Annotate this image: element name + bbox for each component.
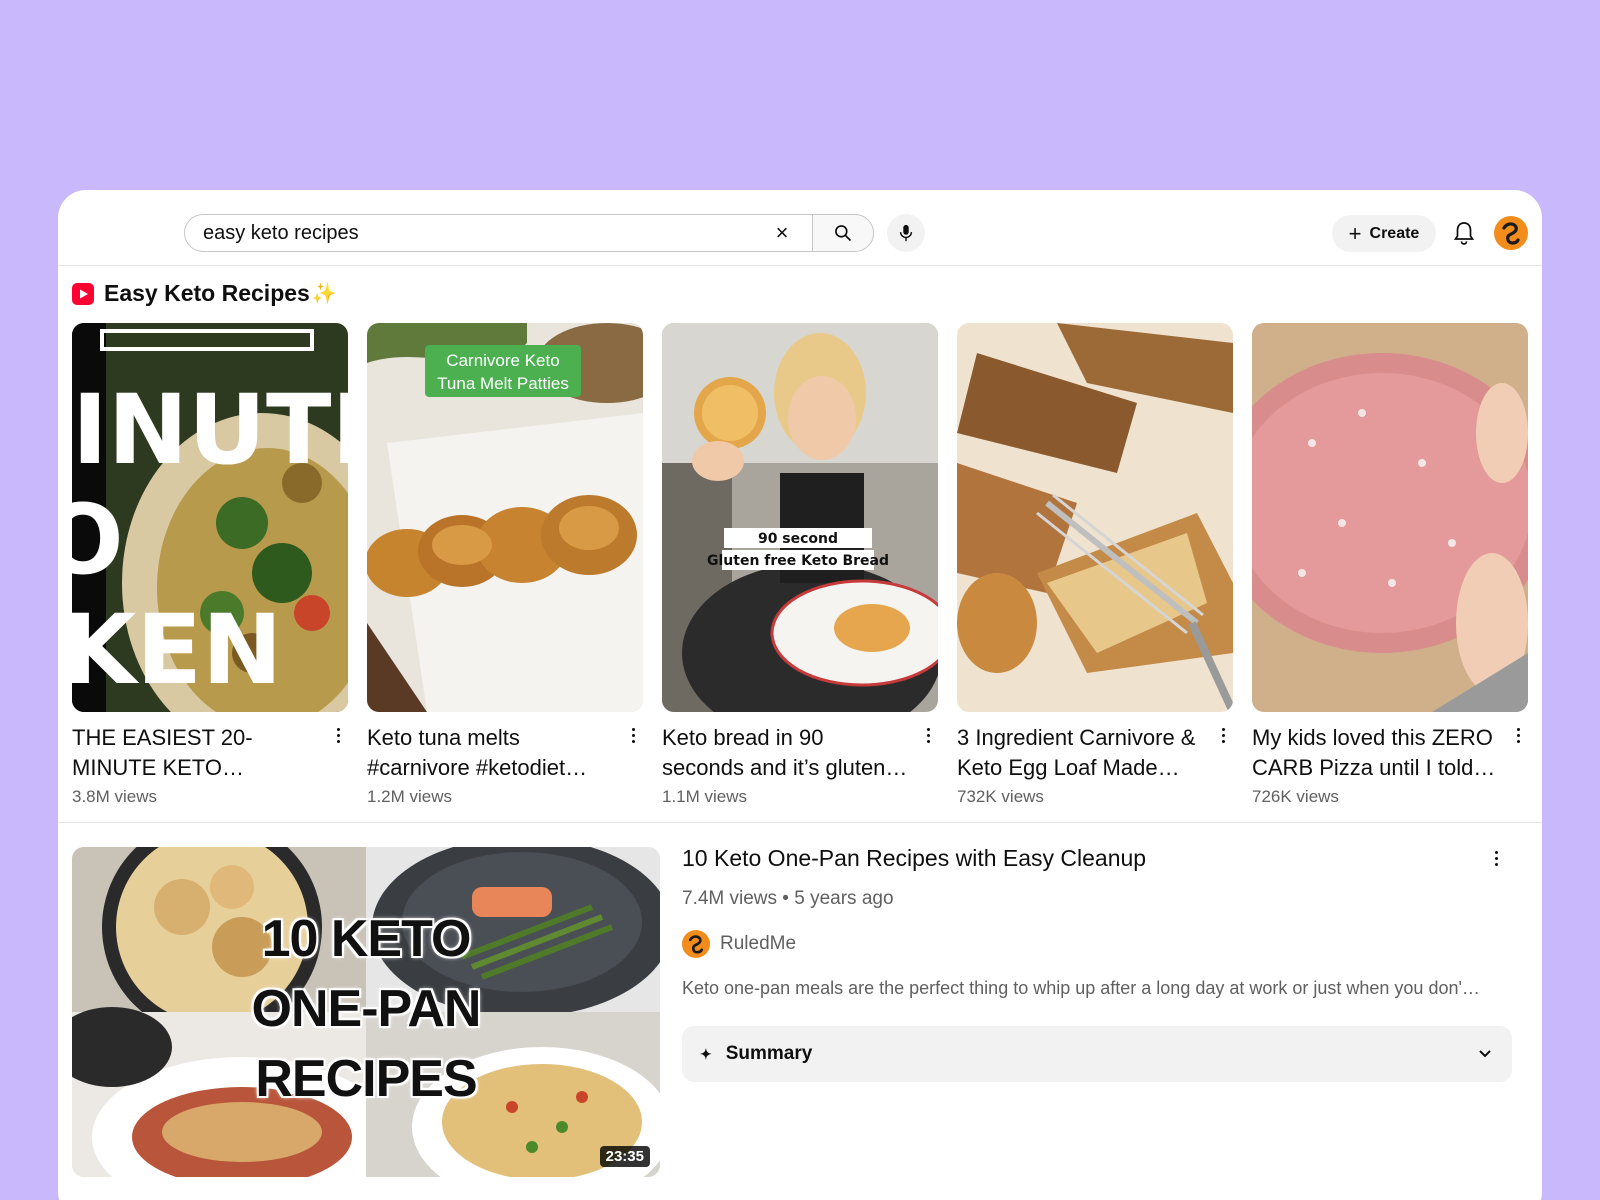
more-options-icon[interactable] xyxy=(625,723,641,747)
short-4-image xyxy=(957,323,1233,712)
video-description: Keto one-pan meals are the perfect thing… xyxy=(682,978,1480,998)
more-options-icon[interactable] xyxy=(920,723,936,747)
video-title[interactable]: 10 Keto One-Pan Recipes with Easy Cleanu… xyxy=(682,845,1146,872)
short-5-image xyxy=(1252,323,1528,712)
short-title[interactable]: My kids loved this ZERO CARB Pizza until… xyxy=(1252,723,1500,783)
short-2-overlay-line1: Carnivore Keto xyxy=(446,351,559,370)
search-icon xyxy=(835,225,852,242)
more-options-icon[interactable] xyxy=(1488,846,1504,870)
channel-name[interactable]: RuledMe xyxy=(720,933,796,955)
short-title[interactable]: Keto tuna melts #carnivore #ketodiet… xyxy=(367,723,615,783)
more-options-icon[interactable] xyxy=(1215,723,1231,747)
short-item[interactable]: 90 second Gluten free Keto Bread Keto br… xyxy=(662,323,938,806)
short-thumbnail[interactable] xyxy=(957,323,1233,712)
short-item[interactable]: My kids loved this ZERO CARB Pizza until… xyxy=(1252,323,1528,806)
plus-icon: + xyxy=(1348,220,1362,246)
short-1-image: INUTE O KEN xyxy=(72,323,348,712)
short-thumbnail[interactable]: 90 second Gluten free Keto Bread xyxy=(662,323,938,712)
section-divider xyxy=(58,822,1542,823)
summary-button[interactable]: ✦ Summary xyxy=(682,1026,1512,1082)
chevron-down-icon xyxy=(1479,1050,1491,1058)
short-item[interactable]: Carnivore Keto Tuna Melt Patties Keto tu… xyxy=(367,323,643,806)
short-views: 1.2M views xyxy=(367,787,453,806)
channel-link[interactable]: RuledMe xyxy=(682,930,796,958)
short-3-image: 90 second Gluten free Keto Bread xyxy=(662,323,938,712)
short-3-overlay-line1: 90 second xyxy=(758,531,838,547)
sparkle-icon: ✦ xyxy=(700,1045,712,1062)
thumbnail-text-line2: ONE-PAN xyxy=(251,980,482,1038)
channel-avatar[interactable] xyxy=(682,930,710,958)
browser-window: × + Create Easy Keto Recipes ✨ xyxy=(58,190,1542,1200)
svg-text:KEN: KEN xyxy=(72,594,282,706)
thumbnail-text-line1: 10 KETO xyxy=(261,910,472,968)
short-views: 3.8M views xyxy=(72,787,158,806)
shelf-title-text: Easy Keto Recipes xyxy=(104,280,310,306)
short-title[interactable]: 3 Ingredient Carnivore & Keto Egg Loaf M… xyxy=(957,723,1205,783)
short-thumbnail[interactable] xyxy=(1252,323,1528,712)
voice-search-button[interactable] xyxy=(887,214,925,252)
shelf-title: Easy Keto Recipes ✨ xyxy=(72,280,337,307)
svg-text:INUTE: INUTE xyxy=(72,374,348,486)
avatar[interactable] xyxy=(1494,216,1528,250)
shorts-shelf: INUTE O KEN THE EASIEST 20-MINUTE KETO D… xyxy=(72,323,1528,806)
create-button[interactable]: + Create xyxy=(1332,215,1436,252)
short-3-overlay-line2: Gluten free Keto Bread xyxy=(707,553,889,569)
short-views: 1.1M views xyxy=(662,787,748,806)
short-2-overlay-line2: Tuna Melt Patties xyxy=(437,374,569,393)
youtube-shorts-icon xyxy=(72,282,94,305)
short-views: 726K views xyxy=(1252,787,1339,806)
short-title[interactable]: Keto bread in 90 seconds and it’s gluten… xyxy=(662,723,910,783)
search-button[interactable] xyxy=(812,214,874,252)
top-bar: × + Create xyxy=(58,190,1542,266)
bell-icon xyxy=(1453,222,1475,245)
short-views: 732K views xyxy=(957,787,1044,806)
duration-badge: 23:35 xyxy=(599,1146,650,1167)
notifications-button[interactable] xyxy=(1449,218,1479,248)
svg-text:O: O xyxy=(72,484,124,596)
short-thumbnail[interactable]: INUTE O KEN xyxy=(72,323,348,712)
create-label: Create xyxy=(1369,224,1420,242)
short-2-image: Carnivore Keto Tuna Melt Patties xyxy=(367,323,643,712)
short-item[interactable]: INUTE O KEN THE EASIEST 20-MINUTE KETO D… xyxy=(72,323,348,806)
search-box[interactable]: × xyxy=(184,214,812,252)
more-options-icon[interactable] xyxy=(330,723,346,747)
mic-icon xyxy=(899,224,913,242)
sparkle-icon: ✨ xyxy=(311,283,337,305)
video-thumbnail[interactable]: 10 KETO ONE-PAN RECIPES 23:35 xyxy=(72,847,660,1177)
video-meta: 7.4M views • 5 years ago xyxy=(682,888,894,909)
thumbnail-text-line3: RECIPES xyxy=(255,1050,477,1108)
more-options-icon[interactable] xyxy=(1510,723,1526,747)
summary-label: Summary xyxy=(725,1043,813,1064)
short-title[interactable]: THE EASIEST 20-MINUTE KETO DINNER… xyxy=(72,723,320,783)
close-icon[interactable]: × xyxy=(770,221,794,245)
search-input[interactable] xyxy=(185,221,745,245)
short-item[interactable]: 3 Ingredient Carnivore & Keto Egg Loaf M… xyxy=(957,323,1233,806)
short-thumbnail[interactable]: Carnivore Keto Tuna Melt Patties xyxy=(367,323,643,712)
